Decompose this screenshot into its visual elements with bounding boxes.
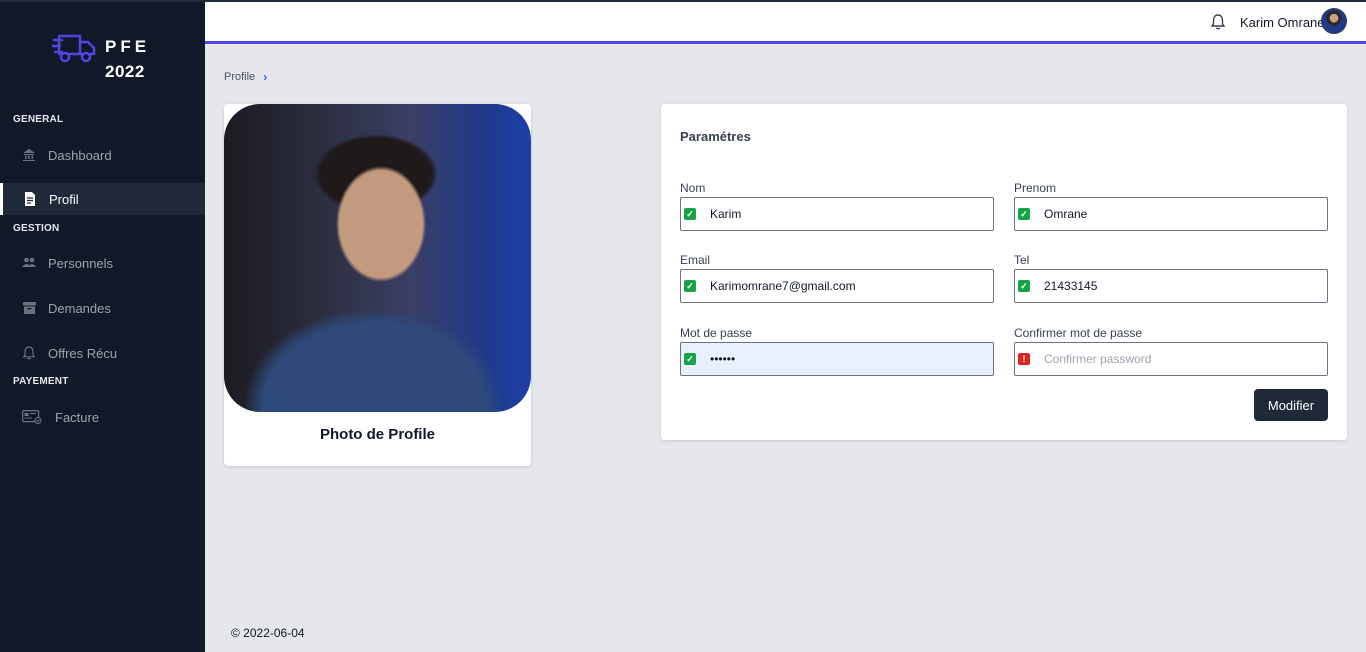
modifier-button[interactable]: Modifier [1254, 389, 1328, 421]
notification-bell-icon[interactable] [1209, 13, 1227, 31]
sidebar-item-offres-recu[interactable]: Offres Récu [0, 337, 205, 369]
sidebar-item-facture[interactable]: Facture [0, 401, 205, 433]
valid-check-icon: ✓ [1018, 208, 1030, 220]
archive-icon [22, 301, 36, 315]
confirm-password-field[interactable]: ! Confirmer password [1014, 342, 1328, 376]
section-general: GENERAL [13, 114, 64, 125]
prenom-field[interactable]: ✓ Omrane [1014, 197, 1328, 231]
breadcrumb-item-profile[interactable]: Profile [224, 71, 255, 83]
sidebar-item-demandes[interactable]: Demandes [0, 292, 205, 324]
password-label: Mot de passe [680, 326, 753, 340]
document-icon [23, 192, 37, 206]
nom-value: Karim [710, 207, 742, 221]
confirm-password-placeholder: Confirmer password [1044, 352, 1152, 366]
sidebar-item-personnels[interactable]: Personnels [0, 247, 205, 279]
valid-check-icon: ✓ [684, 280, 696, 292]
sidebar: PFE 2022 GENERAL Dashboard Profil GESTIO… [0, 0, 205, 652]
profile-photo-card: Photo de Profile [224, 104, 531, 466]
section-gestion: GESTION [13, 223, 60, 234]
avatar[interactable] [1321, 8, 1347, 34]
tel-label: Tel [1014, 253, 1030, 267]
confirm-password-label: Confirmer mot de passe [1014, 326, 1143, 340]
sidebar-item-label: Dashboard [48, 147, 112, 163]
user-name[interactable]: Karim Omrane [1240, 15, 1325, 30]
brand-line2: 2022 [105, 62, 145, 81]
tel-field[interactable]: ✓ 21433145 [1014, 269, 1328, 303]
sidebar-item-label: Offres Récu [48, 345, 118, 361]
email-field[interactable]: ✓ Karimomrane7@gmail.com [680, 269, 994, 303]
brand-text: PFE 2022 [105, 34, 150, 84]
profile-photo-label: Photo de Profile [319, 426, 435, 443]
top-bar: Karim Omrane [205, 0, 1366, 44]
valid-check-icon: ✓ [684, 353, 696, 365]
bell-icon [22, 346, 36, 360]
password-value: •••••• [710, 352, 736, 366]
profile-photo[interactable] [224, 104, 531, 412]
truck-icon [52, 34, 96, 63]
valid-check-icon: ✓ [684, 208, 696, 220]
sidebar-item-dashboard[interactable]: Dashboard [0, 139, 205, 171]
email-label: Email [680, 253, 711, 267]
chevron-right-icon: › [263, 70, 268, 84]
prenom-label: Prenom [1014, 181, 1057, 195]
error-alert-icon: ! [1018, 353, 1030, 365]
nom-label: Nom [680, 181, 706, 195]
invoice-icon [22, 410, 42, 424]
sidebar-item-label: Personnels [48, 255, 114, 271]
prenom-value: Omrane [1044, 207, 1088, 221]
settings-title: Paramétres [680, 129, 751, 144]
users-icon [22, 256, 36, 270]
password-field[interactable]: ✓ •••••• [680, 342, 994, 376]
brand-line1: PFE [105, 37, 151, 56]
sidebar-item-label: Facture [55, 409, 100, 425]
bank-icon [22, 148, 36, 162]
tel-value: 21433145 [1044, 279, 1098, 293]
footer-text: © 2022-06-04 [231, 626, 305, 640]
sidebar-item-label: Profil [49, 191, 79, 207]
valid-check-icon: ✓ [1018, 280, 1030, 292]
section-payement: PAYEMENT [13, 376, 69, 387]
brand-logo[interactable]: PFE 2022 [52, 32, 146, 81]
sidebar-item-label: Demandes [48, 300, 111, 316]
nom-field[interactable]: ✓ Karim [680, 197, 994, 231]
email-value: Karimomrane7@gmail.com [710, 279, 856, 293]
breadcrumb: Profile › [224, 70, 267, 84]
settings-card: Paramétres Nom ✓ Karim Prenom ✓ Omrane E… [661, 104, 1347, 440]
sidebar-item-profil[interactable]: Profil [0, 183, 205, 215]
